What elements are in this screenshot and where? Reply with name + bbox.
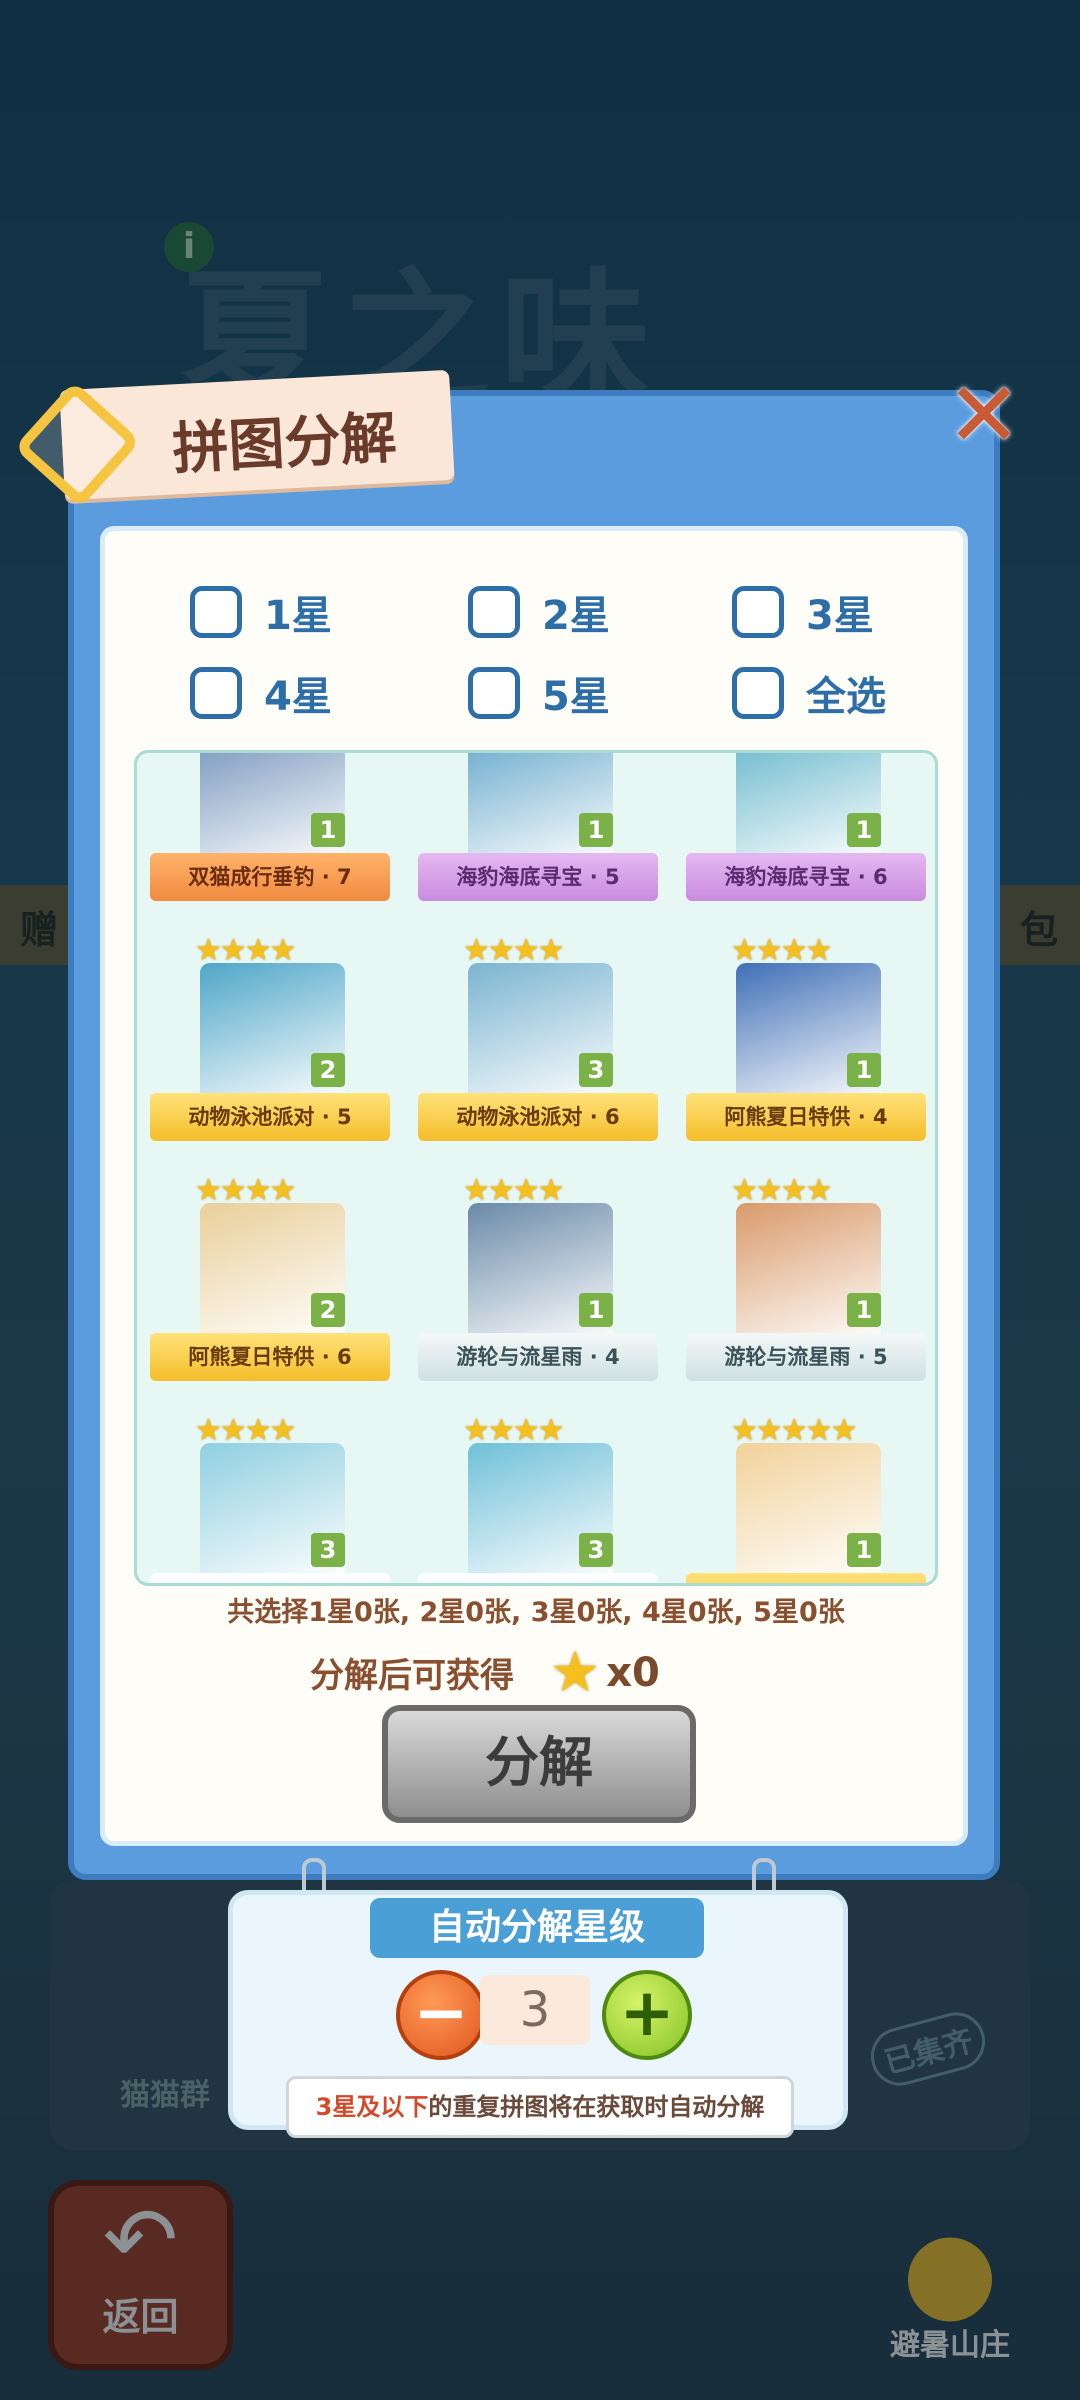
puzzle-name-ribbon: 阿熊夏日特供 · 4	[686, 1093, 926, 1141]
duplicate-count-badge: 1	[847, 1293, 881, 1327]
star-rating: ★★★★	[463, 933, 565, 968]
reward-label: 分解后可获得	[310, 1656, 514, 1696]
auto-decompose-tip: 3星及以下的重复拼图将在获取时自动分解	[286, 2076, 794, 2138]
duplicate-count-badge: 1	[847, 813, 881, 847]
star-rating: ★★★★	[463, 1413, 565, 1448]
puzzle-card[interactable]: ★★★★★ 1 阿熊夏日特供 · 8	[681, 1413, 931, 1583]
duplicate-count-badge: 1	[847, 1533, 881, 1567]
tip-text: 的重复拼图将在获取时自动分解	[428, 2093, 765, 2121]
puzzle-card[interactable]: ★★★★ 1 游轮与流星雨 · 5	[681, 1173, 931, 1393]
puzzle-name-ribbon: 海豹海底寻宝 · 5	[418, 853, 658, 901]
duplicate-count-badge: 1	[847, 1053, 881, 1087]
puzzle-name-ribbon: 游轮与流星雨 · 5	[686, 1333, 926, 1381]
puzzle-name-ribbon: 动物泳池派对 · 6	[418, 1093, 658, 1141]
puzzle-name-ribbon: 卡皮巴拉海岛 · 3	[150, 1573, 390, 1583]
filter-3-star[interactable]: 3星	[732, 583, 874, 641]
duplicate-count-badge: 1	[311, 813, 345, 847]
filter-select-all[interactable]: 全选	[732, 664, 886, 722]
increase-level-button[interactable]: +	[602, 1970, 692, 2060]
checkbox-icon[interactable]	[468, 667, 520, 719]
filter-label: 5星	[542, 674, 610, 720]
checkbox-icon[interactable]	[468, 586, 520, 638]
dialog-title: 拼图分解	[170, 405, 399, 483]
star-rating: ★★★★	[731, 1173, 833, 1208]
puzzle-card[interactable]: ★★★★ 1 游轮与流星雨 · 4	[413, 1173, 663, 1393]
star-icon: ★	[550, 1640, 601, 1705]
decompose-button[interactable]: 分解	[382, 1705, 696, 1823]
checkbox-icon[interactable]	[732, 586, 784, 638]
checkbox-icon[interactable]	[190, 586, 242, 638]
filter-label: 4星	[264, 674, 332, 720]
puzzle-name-ribbon: 卡皮巴拉海岛 · 4	[418, 1573, 658, 1583]
checkbox-icon[interactable]	[190, 667, 242, 719]
plus-icon: +	[619, 1974, 675, 2051]
star-rating: ★★★★★	[731, 1413, 857, 1448]
filter-2-star[interactable]: 2星	[468, 583, 610, 641]
puzzle-card[interactable]: 1 海豹海底寻宝 · 5	[413, 753, 663, 913]
puzzle-card[interactable]: ★★★★ 3 卡皮巴拉海岛 · 3	[145, 1413, 395, 1583]
puzzle-name-ribbon: 双猫成行垂钓 · 7	[150, 853, 390, 901]
minus-icon: −	[413, 1974, 469, 2051]
puzzle-card[interactable]: ★★★★ 2 动物泳池派对 · 5	[145, 933, 395, 1153]
puzzle-grid: 1 双猫成行垂钓 · 7 1 海豹海底寻宝 · 5 1 海豹海底寻宝 · 6 ★★★★ 2 动物…	[134, 750, 938, 1586]
puzzle-card[interactable]: ★★★★ 3 卡皮巴拉海岛 · 4	[413, 1413, 663, 1583]
puzzle-card[interactable]: 1 双猫成行垂钓 · 7	[145, 753, 395, 913]
reward-value: x0	[606, 1649, 660, 1696]
puzzle-card[interactable]: ★★★★ 2 阿熊夏日特供 · 6	[145, 1173, 395, 1393]
selection-summary: 共选择1星0张, 2星0张, 3星0张, 4星0张, 5星0张	[227, 1597, 845, 1628]
decrease-level-button[interactable]: −	[396, 1970, 486, 2060]
puzzle-name-ribbon: 游轮与流星雨 · 4	[418, 1333, 658, 1381]
puzzle-name-ribbon: 阿熊夏日特供 · 8	[686, 1573, 926, 1583]
duplicate-count-badge: 1	[579, 813, 613, 847]
close-icon: ✕	[946, 363, 1022, 468]
auto-decompose-title: 自动分解星级	[370, 1898, 704, 1958]
duplicate-count-badge: 3	[579, 1053, 613, 1087]
puzzle-card[interactable]: 1 海豹海底寻宝 · 6	[681, 753, 931, 913]
filter-label: 全选	[806, 674, 886, 720]
filter-label: 3星	[806, 593, 874, 639]
puzzle-name-ribbon: 阿熊夏日特供 · 6	[150, 1333, 390, 1381]
close-button[interactable]: ✕	[944, 371, 1024, 461]
duplicate-count-badge: 1	[579, 1293, 613, 1327]
star-rating: ★★★★	[731, 933, 833, 968]
duplicate-count-badge: 2	[311, 1293, 345, 1327]
star-rating: ★★★★	[195, 933, 297, 968]
tip-highlight: 3星及以下	[315, 2093, 429, 2121]
star-rating: ★★★★	[463, 1173, 565, 1208]
filter-5-star[interactable]: 5星	[468, 664, 610, 722]
star-rating: ★★★★	[195, 1413, 297, 1448]
puzzle-name-ribbon: 海豹海底寻宝 · 6	[686, 853, 926, 901]
duplicate-count-badge: 2	[311, 1053, 345, 1087]
puzzle-card[interactable]: ★★★★ 3 动物泳池派对 · 6	[413, 933, 663, 1153]
filter-1-star[interactable]: 1星	[190, 583, 332, 641]
auto-level-value: 3	[480, 1975, 590, 2045]
filter-label: 1星	[264, 593, 332, 639]
filter-4-star[interactable]: 4星	[190, 664, 332, 722]
checkbox-icon[interactable]	[732, 667, 784, 719]
star-rating: ★★★★	[195, 1173, 297, 1208]
filter-label: 2星	[542, 593, 610, 639]
puzzle-name-ribbon: 动物泳池派对 · 5	[150, 1093, 390, 1141]
reward-row: 分解后可获得 ★ x0	[310, 1640, 660, 1705]
duplicate-count-badge: 3	[579, 1533, 613, 1567]
dialog-title-tag: 拼图分解	[13, 369, 455, 508]
puzzle-card[interactable]: ★★★★ 1 阿熊夏日特供 · 4	[681, 933, 931, 1153]
duplicate-count-badge: 3	[311, 1533, 345, 1567]
